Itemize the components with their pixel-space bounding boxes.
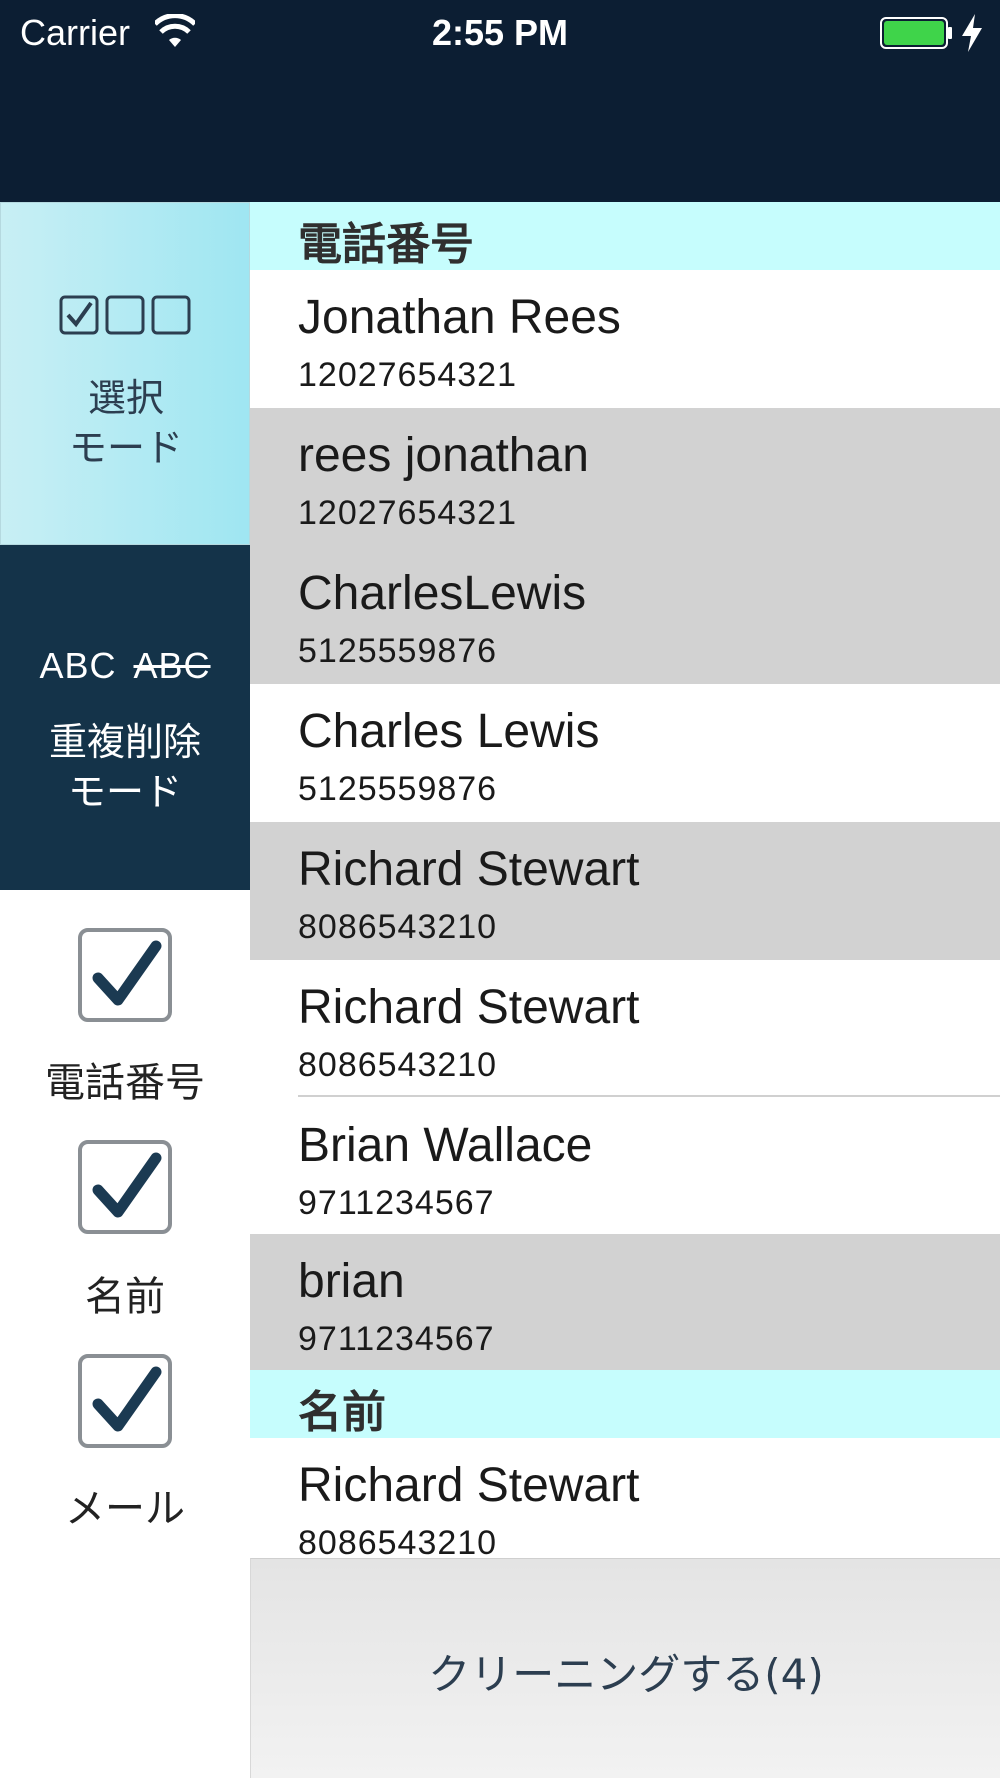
- contact-name: Jonathan Rees: [298, 291, 621, 344]
- contact-phone: 8086543210: [298, 908, 498, 946]
- select-mode-label-line2: モード: [68, 426, 183, 470]
- contact-name: brian: [298, 1255, 405, 1308]
- list-item[interactable]: Charles Lewis 5125559876: [250, 684, 1000, 822]
- sidebar: 選択 モード ABC ABC 重複削除 モード 電話番号 名前 メール: [0, 202, 250, 1778]
- filter-name-checkbox[interactable]: [78, 1140, 172, 1234]
- select-mode-label-line1: 選択: [87, 376, 164, 420]
- filter-email-label: メール: [65, 1486, 185, 1532]
- contact-phone: 12027654321: [298, 356, 518, 394]
- abc-struck-text: ABC: [133, 645, 211, 686]
- clean-button-label: クリーニングする(4): [428, 1650, 824, 1699]
- contact-phone: 8086543210: [298, 1046, 498, 1084]
- contact-phone: 8086543210: [298, 1524, 498, 1558]
- status-bar: Carrier 2:55 PM: [0, 0, 1000, 68]
- dedupe-mode-button[interactable]: ABC ABC 重複削除 モード: [0, 545, 250, 890]
- checkmark-icon: [92, 1152, 162, 1218]
- contact-name: Richard Stewart: [298, 843, 640, 896]
- select-mode-button[interactable]: 選択 モード: [0, 202, 250, 545]
- list-item[interactable]: Brian Wallace 9711234567: [250, 1098, 1000, 1236]
- section-header-label: 名前: [298, 1387, 386, 1438]
- list-item[interactable]: Richard Stewart 8086543210: [250, 1438, 1000, 1558]
- contact-phone: 9711234567: [298, 1320, 495, 1358]
- contact-phone: 9711234567: [298, 1184, 495, 1222]
- filter-name-label: 名前: [85, 1274, 165, 1320]
- charging-bolt-icon: [962, 14, 982, 52]
- list-item[interactable]: Richard Stewart 8086543210: [250, 960, 1000, 1098]
- contact-name: Charles Lewis: [298, 705, 600, 758]
- filter-phone-label: 電話番号: [45, 1060, 205, 1106]
- battery-icon: [880, 17, 952, 49]
- contact-phone: 12027654321: [298, 494, 518, 532]
- abc-text: ABC: [39, 645, 117, 686]
- contact-name: CharlesLewis: [298, 567, 587, 620]
- contact-name: Brian Wallace: [298, 1119, 593, 1172]
- clean-button[interactable]: クリーニングする(4): [250, 1558, 1000, 1778]
- filter-email-checkbox[interactable]: [78, 1354, 172, 1448]
- checkmark-icon: [92, 940, 162, 1006]
- list-item[interactable]: brian 9711234567: [250, 1234, 1000, 1372]
- select-mode-label: 選択 モード: [1, 373, 251, 473]
- section-header-phone: 電話番号: [250, 202, 1000, 270]
- checkmark-icon: [92, 1366, 162, 1432]
- list-item[interactable]: Jonathan Rees 12027654321: [250, 270, 1000, 408]
- filter-phone-checkbox[interactable]: [78, 928, 172, 1022]
- list-item[interactable]: Richard Stewart 8086543210: [250, 822, 1000, 960]
- contact-phone: 5125559876: [298, 770, 498, 808]
- list-item[interactable]: CharlesLewis 5125559876: [250, 546, 1000, 684]
- navigation-bar: [0, 68, 1000, 202]
- contact-phone: 5125559876: [298, 632, 498, 670]
- checkbox-triplet-icon: [59, 295, 191, 335]
- section-header-name: 名前: [250, 1370, 1000, 1438]
- dedupe-mode-label: 重複削除 モード: [0, 717, 250, 817]
- dedupe-mode-label-line2: モード: [67, 770, 182, 814]
- row-separator: [298, 1095, 1000, 1097]
- strikethrough-abc-icon: ABC ABC: [0, 645, 250, 687]
- list-item[interactable]: rees jonathan 12027654321: [250, 408, 1000, 546]
- dedupe-mode-label-line1: 重複削除: [48, 720, 201, 764]
- contact-name: rees jonathan: [298, 429, 589, 482]
- status-time: 2:55 PM: [431, 12, 569, 53]
- contact-name: Richard Stewart: [298, 1459, 640, 1512]
- contact-name: Richard Stewart: [298, 981, 640, 1034]
- section-header-label: 電話番号: [298, 219, 474, 270]
- duplicate-list[interactable]: 電話番号 Jonathan Rees 12027654321 rees jona…: [250, 202, 1000, 1558]
